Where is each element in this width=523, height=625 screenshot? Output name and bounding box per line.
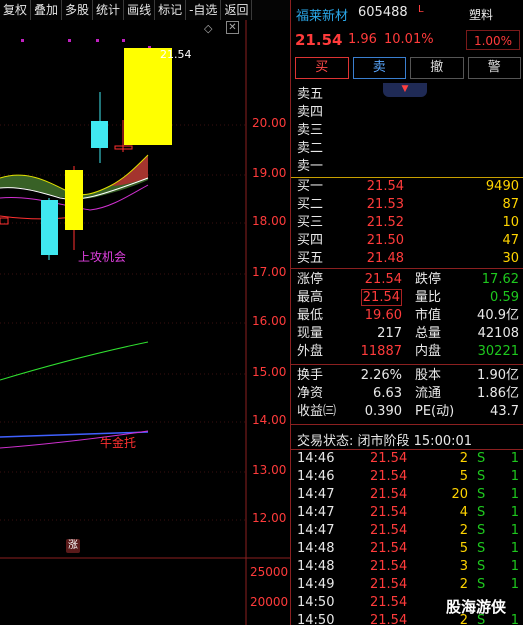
divider — [291, 424, 523, 425]
stat-row: 收益㈢ 0.390 PE(动) 43.7 — [297, 404, 519, 419]
toolbar-mark[interactable]: 标记 — [155, 0, 187, 20]
price-tick: 13.00 — [252, 463, 287, 477]
stat-row: 外盘 11887 内盘 30221 — [297, 344, 519, 359]
sell-button[interactable]: 卖 — [352, 57, 406, 79]
price-tick: 18.00 — [252, 214, 287, 228]
price-tick: 17.00 — [252, 265, 287, 279]
toolbar-overlay[interactable]: 叠加 — [31, 0, 63, 20]
ask-row: 卖五 — [297, 87, 324, 102]
toolbar-back[interactable]: 返回 — [221, 0, 253, 20]
kline-chart[interactable]: ◇ ✕ 21.54 上攻机会 牛金托 涨 20.00 19.00 18.00 1… — [0, 20, 290, 625]
quote-panel: 福莱新材 605488 L 塑料 21.54 1.96 10.01% 1.00%… — [290, 0, 523, 625]
price-tick: 14.00 — [252, 413, 287, 427]
price-tick: 19.00 — [252, 166, 287, 180]
stat-row: 净资 6.63 流通 1.86亿 — [297, 386, 519, 401]
stat-row: 最高 21.54 量比 0.59 — [297, 289, 519, 306]
trade-status: 交易状态: 闭市阶段 15:00:01 — [297, 434, 473, 449]
candle-5 — [124, 48, 172, 145]
close-icon[interactable]: ✕ — [226, 21, 239, 34]
high-price-label: 21.54 — [160, 48, 192, 61]
bid-row: 买五 21.48 30 — [297, 251, 519, 266]
divider — [291, 364, 523, 365]
ask-row: 卖二 — [297, 141, 324, 156]
watermark-text: 股海游侠 — [446, 598, 507, 616]
tick-row: 14:49 21.54 2 S 1 — [297, 577, 519, 592]
ask-row: 卖一 — [297, 159, 324, 174]
tick-row: 14:46 21.54 2 S 1 — [297, 451, 519, 466]
stat-row: 现量 217 总量 42108 — [297, 326, 519, 341]
toolbar-statistics[interactable]: 统计 — [93, 0, 125, 20]
cancel-order-button[interactable]: 撤 — [410, 57, 464, 79]
volume-tick: 25000 — [250, 565, 289, 579]
price-change: 1.96 — [348, 32, 377, 47]
price-change-pct: 10.01% — [384, 32, 434, 47]
tick-row: 14:46 21.54 5 S 1 — [297, 469, 519, 484]
toolbar-multi-stock[interactable]: 多股 — [62, 0, 94, 20]
tick-row: 14:47 21.54 20 S 1 — [297, 487, 519, 502]
stat-row: 涨停 21.54 跌停 17.62 — [297, 272, 519, 287]
toolbar-remove-watchlist[interactable]: -自选 — [186, 0, 222, 20]
industry-change-pct[interactable]: 1.00% — [466, 30, 520, 50]
stock-name[interactable]: 福莱新材 — [296, 5, 348, 24]
price-tick: 15.00 — [252, 365, 287, 379]
divider — [291, 268, 523, 269]
price-tick: 16.00 — [252, 314, 287, 328]
support-label: 牛金托 — [100, 436, 137, 450]
stat-row: 换手 2.26% 股本 1.90亿 — [297, 368, 519, 383]
stock-mark: L — [418, 4, 424, 15]
bid-row: 买二 21.53 87 — [297, 197, 519, 212]
ask-row: 卖四 — [297, 105, 324, 120]
alert-button[interactable]: 警 — [467, 57, 521, 79]
candle-1 — [41, 198, 58, 260]
kline-canvas — [0, 20, 290, 625]
toolbar-restore-rights[interactable]: 复权 — [0, 0, 32, 20]
price-tick: 12.00 — [252, 511, 287, 525]
stat-row: 最低 19.60 市值 40.9亿 — [297, 308, 519, 323]
chart-toolbar: 复权 叠加 多股 统计 画线 标记 -自选 返回 — [0, 0, 290, 20]
signal-label: 上攻机会 — [78, 250, 127, 264]
tick-row: 14:48 21.54 3 S 1 — [297, 559, 519, 574]
bid-row: 买一 21.54 9490 — [297, 179, 519, 194]
tick-row: 14:48 21.54 5 S 1 — [297, 541, 519, 556]
trade-actions: 买 卖 撤 警 — [295, 57, 521, 79]
price-tick: 20.00 — [252, 116, 287, 130]
tick-row: 14:47 21.54 4 S 1 — [297, 505, 519, 520]
limit-up-flag: 涨 — [66, 539, 80, 553]
ask-row: 卖三 — [297, 123, 324, 138]
bid-row: 买四 21.50 47 — [297, 233, 519, 248]
tick-row: 14:47 21.54 2 S 1 — [297, 523, 519, 538]
industry-label[interactable]: 塑料 — [469, 6, 493, 23]
current-price: 21.54 — [295, 31, 343, 49]
stock-code: 605488 — [358, 5, 408, 20]
bid-row: 买三 21.52 10 — [297, 215, 519, 230]
diamond-icon[interactable]: ◇ — [204, 22, 212, 35]
toolbar-draw-line[interactable]: 画线 — [124, 0, 156, 20]
candle-3 — [91, 92, 108, 163]
candle-2 — [65, 166, 83, 250]
buy-button[interactable]: 买 — [295, 57, 349, 79]
volume-tick: 20000 — [250, 595, 289, 609]
